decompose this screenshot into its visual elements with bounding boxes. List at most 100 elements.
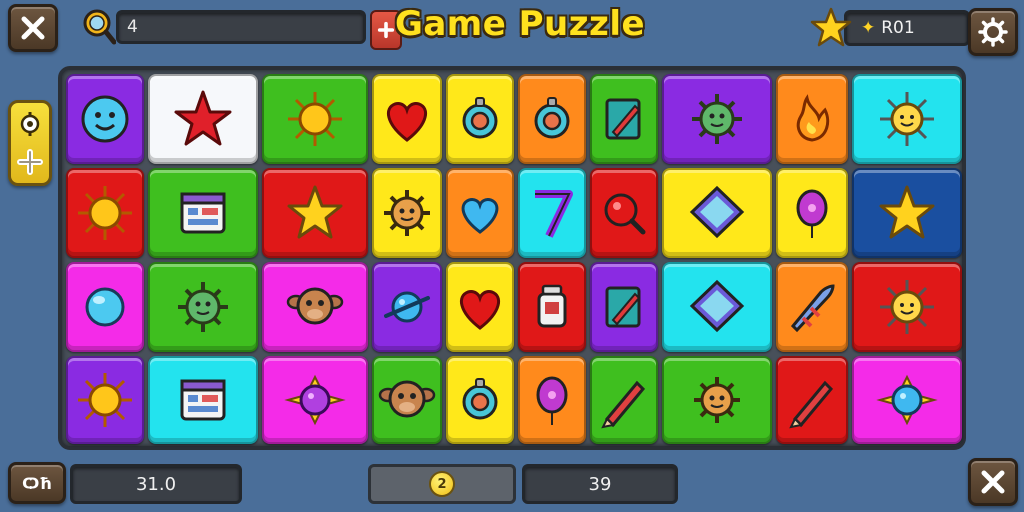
footer-close-button[interactable] xyxy=(968,458,1018,506)
tile-sun[interactable] xyxy=(262,74,368,164)
tile-diamond[interactable] xyxy=(662,262,772,352)
red-star-icon xyxy=(174,90,232,146)
tile-gold-star[interactable] xyxy=(852,168,962,258)
tile-heart[interactable] xyxy=(446,262,514,352)
tile-blue-heart[interactable] xyxy=(446,168,514,258)
blue-planet-icon xyxy=(876,374,938,426)
tile-pencil[interactable] xyxy=(776,356,848,444)
diamond-icon xyxy=(689,279,745,333)
sun-face-icon xyxy=(880,280,934,334)
score-value: R01 xyxy=(881,18,915,38)
purple-planet-icon xyxy=(284,374,346,426)
sun-icon xyxy=(288,92,342,146)
tile-sun-face[interactable] xyxy=(852,262,962,352)
diamond-icon xyxy=(689,185,745,239)
footer-left-value: 31.0 xyxy=(70,464,242,504)
magnifier-icon[interactable] xyxy=(80,6,116,46)
seven-icon xyxy=(535,190,573,238)
tile-rocket[interactable] xyxy=(776,262,848,352)
pencil-icon xyxy=(601,380,646,429)
puzzle-board xyxy=(58,66,966,450)
close-icon xyxy=(21,16,45,40)
coin-label: 2 xyxy=(437,476,447,492)
rocket-icon xyxy=(790,284,835,333)
calendar-icon xyxy=(180,192,226,234)
blue-heart-icon xyxy=(461,198,499,234)
plus-icon[interactable] xyxy=(17,149,43,175)
gear-icon[interactable] xyxy=(17,111,43,137)
tile-monkey-face[interactable] xyxy=(372,356,442,444)
flame-icon xyxy=(796,94,830,142)
tile-ring[interactable] xyxy=(446,356,514,444)
tile-jar[interactable] xyxy=(518,262,586,352)
heart-icon xyxy=(386,102,428,142)
tile-red-star[interactable] xyxy=(148,74,258,164)
monkey-face-icon xyxy=(286,287,344,325)
jar-icon xyxy=(537,284,567,328)
tile-diamond[interactable] xyxy=(662,168,772,258)
germ-face-icon xyxy=(692,94,742,144)
blue-orb-icon xyxy=(85,287,125,327)
sparkle-icon: ✦ xyxy=(861,18,876,38)
pencil-note-icon xyxy=(605,286,641,328)
tile-search-orb[interactable] xyxy=(590,168,658,258)
spiky-face-icon xyxy=(694,377,740,423)
tile-blue-planet[interactable] xyxy=(852,356,962,444)
game-title: Game Puzzle xyxy=(394,4,646,44)
germ-face-icon xyxy=(178,282,228,332)
tile-blue-face[interactable] xyxy=(66,74,144,164)
tile-seven[interactable] xyxy=(518,168,586,258)
sun-icon xyxy=(78,373,132,427)
ring-icon xyxy=(462,97,498,139)
tile-spiky-face[interactable] xyxy=(372,168,442,258)
ring-icon xyxy=(534,97,570,139)
tile-spiky-face[interactable] xyxy=(662,356,772,444)
sun-icon xyxy=(78,186,132,240)
tile-pencil-note[interactable] xyxy=(590,74,658,164)
close-button[interactable] xyxy=(8,4,58,52)
balloon-icon xyxy=(796,189,828,238)
tile-balloon[interactable] xyxy=(518,356,586,444)
tile-pencil-note[interactable] xyxy=(590,262,658,352)
balloon-icon xyxy=(536,376,568,425)
monkey-face-icon xyxy=(378,380,436,418)
tile-calendar[interactable] xyxy=(148,356,258,444)
coin-icon: 2 xyxy=(429,471,455,497)
tile-pencil[interactable] xyxy=(590,356,658,444)
gear-icon xyxy=(978,17,1008,47)
coin-counter[interactable]: 2 xyxy=(368,464,516,504)
tile-germ-face[interactable] xyxy=(662,74,772,164)
tile-germ-face[interactable] xyxy=(148,262,258,352)
tile-monkey-face[interactable] xyxy=(262,262,368,352)
settings-button[interactable] xyxy=(968,8,1018,56)
close-icon xyxy=(981,470,1005,494)
tile-heart[interactable] xyxy=(372,74,442,164)
search-input[interactable]: 4 xyxy=(116,10,366,44)
tile-sun[interactable] xyxy=(66,356,144,444)
score-box: ✦ R01 xyxy=(844,10,970,46)
score-display: ✦ R01 xyxy=(810,7,970,48)
tile-purple-planet[interactable] xyxy=(262,356,368,444)
tile-ring[interactable] xyxy=(518,74,586,164)
tile-calendar[interactable] xyxy=(148,168,258,258)
tile-ring[interactable] xyxy=(446,74,514,164)
tile-gold-star[interactable] xyxy=(262,168,368,258)
tile-balloon[interactable] xyxy=(776,168,848,258)
search-orb-icon xyxy=(604,193,646,235)
footer-left-label: Ѻħ xyxy=(22,473,52,493)
side-panel xyxy=(8,100,52,186)
sun-face-icon xyxy=(880,92,934,146)
tile-planet[interactable] xyxy=(372,262,442,352)
ring-icon xyxy=(462,378,498,420)
tile-sun[interactable] xyxy=(66,168,144,258)
star-icon xyxy=(810,7,852,47)
blue-face-icon xyxy=(81,95,129,143)
tile-sun-face[interactable] xyxy=(852,74,962,164)
tile-flame[interactable] xyxy=(776,74,848,164)
spiky-face-icon xyxy=(384,190,430,236)
gold-star-icon xyxy=(287,185,343,239)
search-bar: 4 xyxy=(80,6,402,50)
tile-blue-orb[interactable] xyxy=(66,262,144,352)
footer-left-button[interactable]: Ѻħ xyxy=(8,462,66,504)
calendar-icon xyxy=(180,379,226,421)
